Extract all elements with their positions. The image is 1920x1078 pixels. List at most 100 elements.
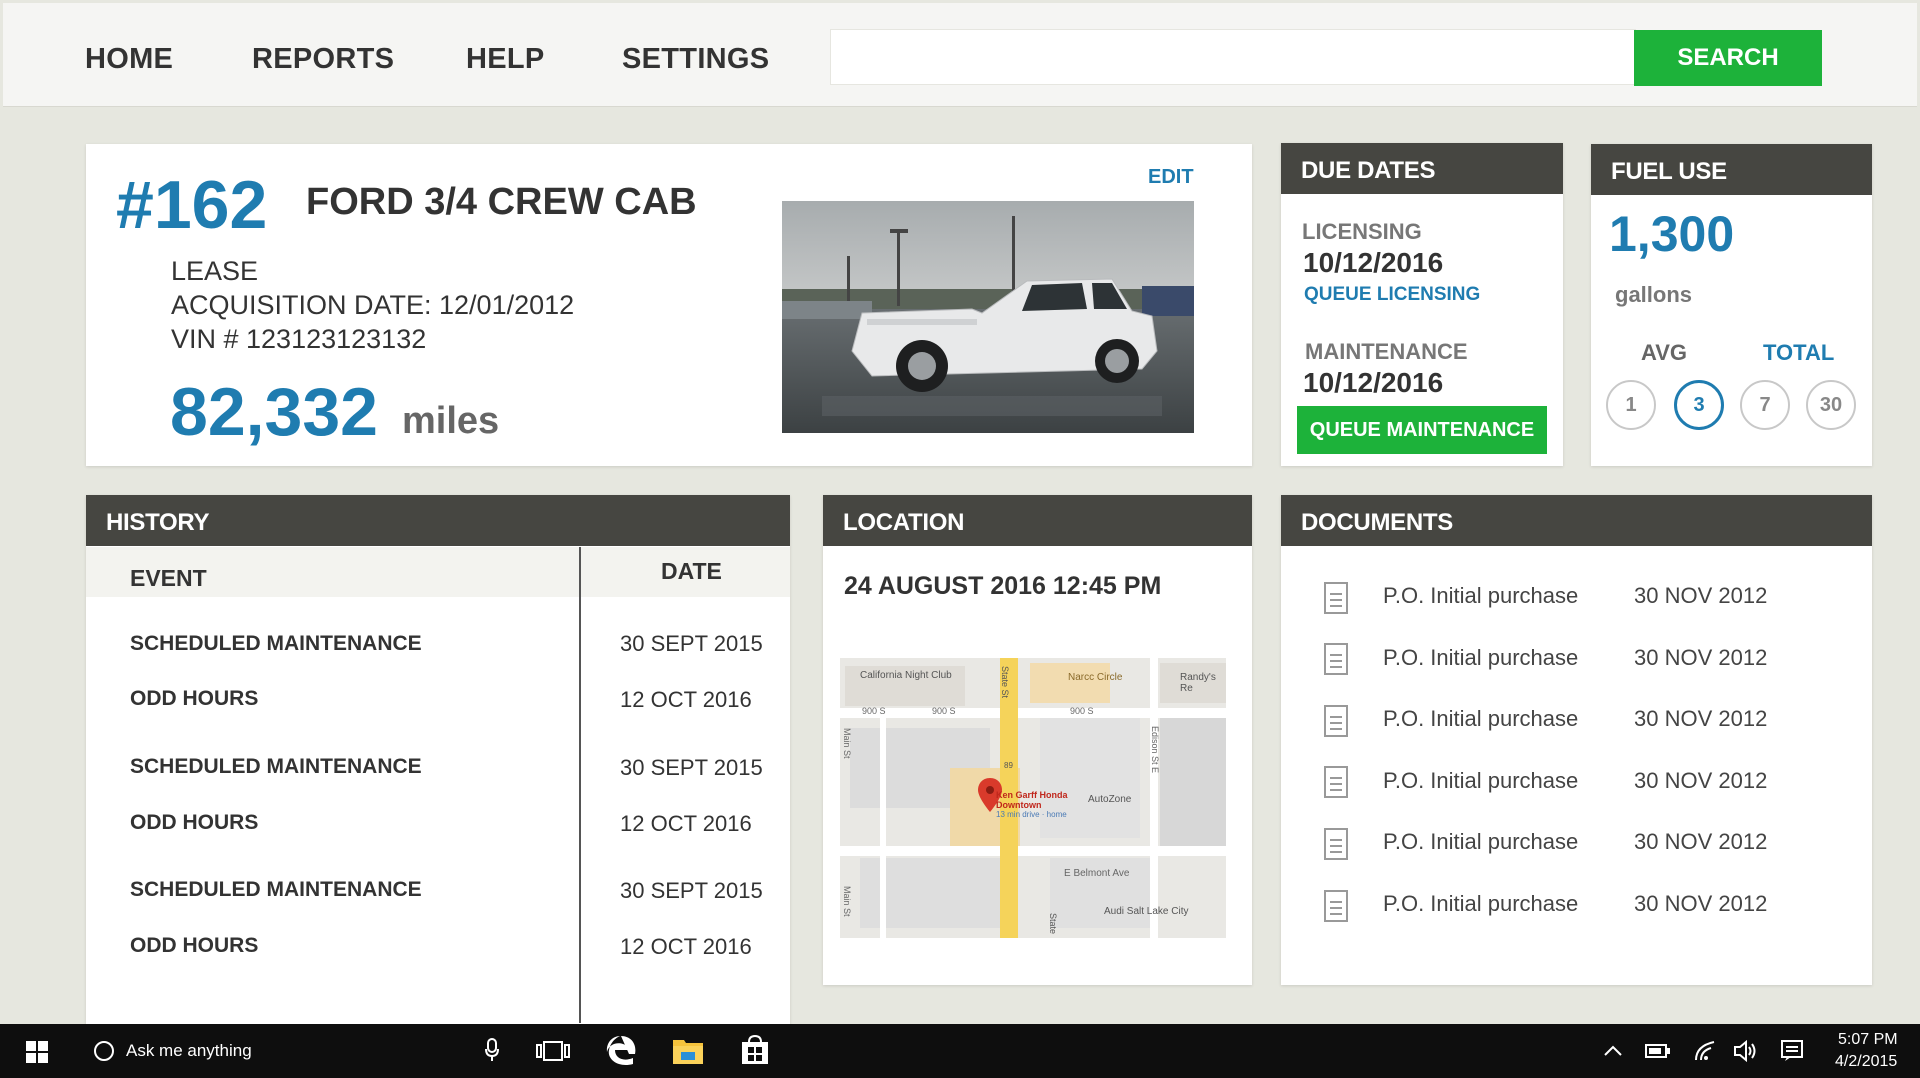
table-row-date: 30 SEPT 2015 — [620, 631, 763, 656]
nav-home[interactable]: HOME — [85, 43, 173, 76]
table-row-event: ODD HOURS — [130, 687, 259, 710]
queue-licensing-link[interactable]: QUEUE LICENSING — [1304, 284, 1480, 306]
column-event: EVENT — [130, 565, 207, 591]
map-label-pin-sub: 13 min drive · home — [996, 810, 1067, 819]
document-icon — [1324, 890, 1348, 922]
battery-icon[interactable] — [1645, 1044, 1671, 1063]
map-label-route: 89 — [1004, 761, 1013, 770]
document-icon — [1324, 643, 1348, 675]
vehicle-name: FORD 3/4 CREW CAB — [306, 181, 697, 223]
table-row-date: 30 SEPT 2015 — [620, 755, 763, 780]
map-label-street: 900 S — [932, 706, 956, 716]
table-row-event: SCHEDULED MAINTENANCE — [130, 755, 422, 778]
document-date: 30 NOV 2012 — [1634, 645, 1768, 670]
action-center-icon[interactable] — [1781, 1040, 1803, 1067]
column-date: DATE — [661, 558, 722, 584]
clock-date[interactable]: 4/2/2015 — [1835, 1053, 1897, 1071]
wifi-icon[interactable] — [1694, 1040, 1716, 1067]
chevron-up-icon[interactable] — [1604, 1044, 1622, 1062]
document-date: 30 NOV 2012 — [1634, 583, 1768, 608]
period-3-button[interactable]: 3 — [1674, 380, 1724, 430]
vehicle-miles-value: 82,332 — [170, 374, 378, 450]
map-label-edison: Edison St E — [1150, 726, 1160, 774]
documents-header: DOCUMENTS — [1281, 495, 1872, 546]
maintenance-label: MAINTENANCE — [1305, 339, 1468, 364]
map-label-autozone: AutoZone — [1088, 794, 1132, 805]
document-date: 30 NOV 2012 — [1634, 829, 1768, 854]
search-button[interactable]: SEARCH — [1634, 30, 1822, 86]
edit-link[interactable]: EDIT — [1148, 166, 1194, 189]
location-timestamp: 24 AUGUST 2016 12:45 PM — [844, 572, 1162, 600]
queue-maintenance-button[interactable]: QUEUE MAINTENANCE — [1297, 406, 1547, 454]
nav-help[interactable]: HELP — [466, 43, 545, 76]
vehicle-ownership: LEASE — [171, 256, 259, 286]
document-date: 30 NOV 2012 — [1634, 768, 1768, 793]
vehicle-number: #162 — [116, 167, 268, 243]
clock-time[interactable]: 5:07 PM — [1838, 1031, 1898, 1049]
document-name[interactable]: P.O. Initial purchase — [1383, 829, 1578, 855]
document-date: 30 NOV 2012 — [1634, 891, 1768, 916]
microphone-icon[interactable] — [484, 1038, 500, 1067]
table-row-date: 12 OCT 2016 — [620, 811, 752, 836]
volume-icon[interactable] — [1734, 1039, 1758, 1067]
edge-icon[interactable] — [605, 1034, 637, 1071]
period-7-button[interactable]: 7 — [1740, 380, 1790, 430]
map-label-street: 900 S — [862, 706, 886, 716]
fuel-use-header: FUEL USE — [1591, 144, 1872, 195]
truck-photo — [782, 201, 1194, 433]
cortana-circle-icon[interactable] — [94, 1041, 114, 1061]
table-row-event: ODD HOURS — [130, 934, 259, 957]
map-label-audi: Audi Salt Lake City — [1104, 906, 1189, 917]
licensing-date: 10/12/2016 — [1303, 247, 1444, 278]
map-label-club: California Night Club — [860, 670, 952, 681]
vehicle-miles-unit: miles — [402, 400, 500, 442]
truck-illustration — [782, 201, 1194, 433]
map-label-state: State — [1048, 913, 1058, 935]
period-30-button[interactable]: 30 — [1806, 380, 1856, 430]
map-label-randys: Randy's Re — [1180, 672, 1216, 694]
document-name[interactable]: P.O. Initial purchase — [1383, 891, 1578, 917]
table-row-event: SCHEDULED MAINTENANCE — [130, 878, 422, 901]
search-input[interactable] — [830, 29, 1636, 85]
tab-avg[interactable]: AVG — [1641, 340, 1687, 366]
map-label-street: 900 S — [1070, 706, 1094, 716]
map-label-state-st: State St — [1000, 666, 1010, 699]
table-row-date: 12 OCT 2016 — [620, 934, 752, 959]
document-icon — [1324, 828, 1348, 860]
location-header: LOCATION — [823, 495, 1252, 546]
nav-settings[interactable]: SETTINGS — [622, 43, 769, 76]
task-view-icon[interactable] — [536, 1040, 570, 1067]
tab-total[interactable]: TOTAL — [1763, 340, 1834, 366]
map-label-circle: Narcc Circle — [1068, 672, 1123, 683]
table-row-event: ODD HOURS — [130, 811, 259, 834]
vehicle-acquisition-date: ACQUISITION DATE: 12/01/2012 — [171, 290, 575, 320]
maintenance-date: 10/12/2016 — [1303, 367, 1444, 398]
table-row-date: 12 OCT 2016 — [620, 687, 752, 712]
vehicle-vin: VIN # 123123123132 — [171, 324, 427, 354]
table-row-event: SCHEDULED MAINTENANCE — [130, 632, 422, 655]
document-name[interactable]: P.O. Initial purchase — [1383, 706, 1578, 732]
windows-start-icon[interactable] — [26, 1041, 48, 1063]
document-name[interactable]: P.O. Initial purchase — [1383, 645, 1578, 671]
map-label-main-st: Main St — [842, 728, 852, 759]
history-header: HISTORY — [86, 495, 790, 546]
windows-taskbar: Ask me anything 5:07 PM 4/2/2015 — [0, 1024, 1920, 1078]
document-icon — [1324, 705, 1348, 737]
file-explorer-icon[interactable] — [673, 1036, 703, 1069]
fuel-value: 1,300 — [1609, 206, 1735, 262]
location-map[interactable]: California Night Club Narcc Circle Randy… — [840, 658, 1226, 938]
document-date: 30 NOV 2012 — [1634, 706, 1768, 731]
nav-reports[interactable]: REPORTS — [252, 43, 394, 76]
map-label-main-st: Main St — [842, 886, 852, 917]
store-icon[interactable] — [741, 1034, 769, 1069]
fuel-unit: gallons — [1615, 282, 1693, 307]
cortana-search-text[interactable]: Ask me anything — [126, 1041, 252, 1061]
period-1-button[interactable]: 1 — [1606, 380, 1656, 430]
document-name[interactable]: P.O. Initial purchase — [1383, 583, 1578, 609]
document-name[interactable]: P.O. Initial purchase — [1383, 768, 1578, 794]
document-icon — [1324, 582, 1348, 614]
table-row-date: 30 SEPT 2015 — [620, 878, 763, 903]
due-dates-header: DUE DATES — [1281, 143, 1563, 194]
map-label-belmont: E Belmont Ave — [1064, 868, 1130, 879]
licensing-label: LICENSING — [1302, 219, 1422, 244]
